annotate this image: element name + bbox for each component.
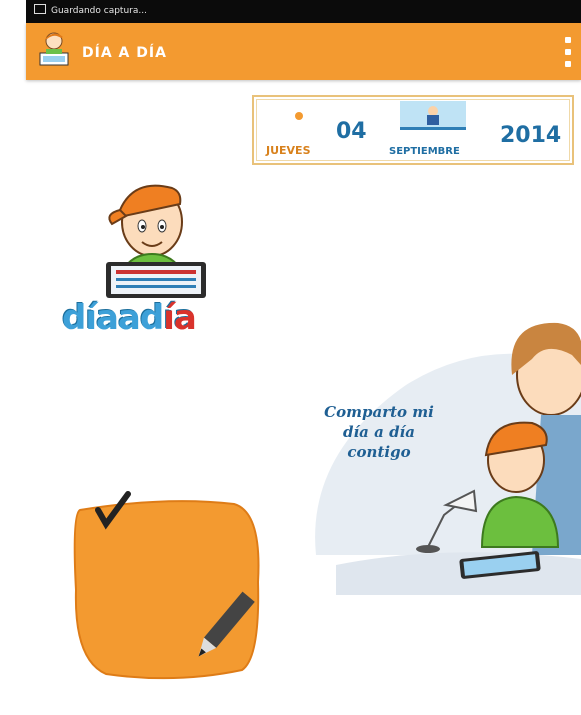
kid-tablet-thumbnail (400, 101, 466, 130)
brand-wordmark: díaadía (62, 298, 197, 338)
menu-dot-icon (565, 37, 571, 43)
slogan-line-1: Comparto mi (324, 403, 434, 421)
menu-dot-icon (565, 49, 571, 55)
status-bar: Guardando captura... (26, 0, 581, 23)
app-title: DÍA A DÍA (82, 45, 167, 61)
day-number: 04 (336, 119, 367, 144)
orange-note-button[interactable] (66, 490, 266, 680)
month-label: SEPTIEMBRE (389, 146, 460, 157)
small-brand-logo (276, 112, 324, 120)
status-text: Guardando captura... (51, 6, 147, 16)
year-label: 2014 (500, 123, 562, 148)
menu-dot-icon (565, 61, 571, 67)
date-widget[interactable]: JUEVES 04 SEPTIEMBRE 2014 (252, 95, 574, 165)
app-logo-icon[interactable] (34, 29, 74, 75)
slogan: Comparto mi día a día contigo (314, 402, 444, 462)
slogan-line-3: contigo (347, 443, 411, 461)
app-screen: Guardando captura... DÍA A DÍA JUEVES 04… (26, 0, 581, 715)
screenshot-icon (34, 4, 46, 14)
brand-main-text: díaad (62, 298, 164, 338)
brand-accent-text: ía (163, 298, 197, 338)
day-name-label: JUEVES (266, 144, 311, 157)
app-bar: DÍA A DÍA (26, 23, 581, 80)
overflow-menu-button[interactable] (563, 37, 573, 67)
slogan-line-2: día a día (343, 423, 415, 441)
